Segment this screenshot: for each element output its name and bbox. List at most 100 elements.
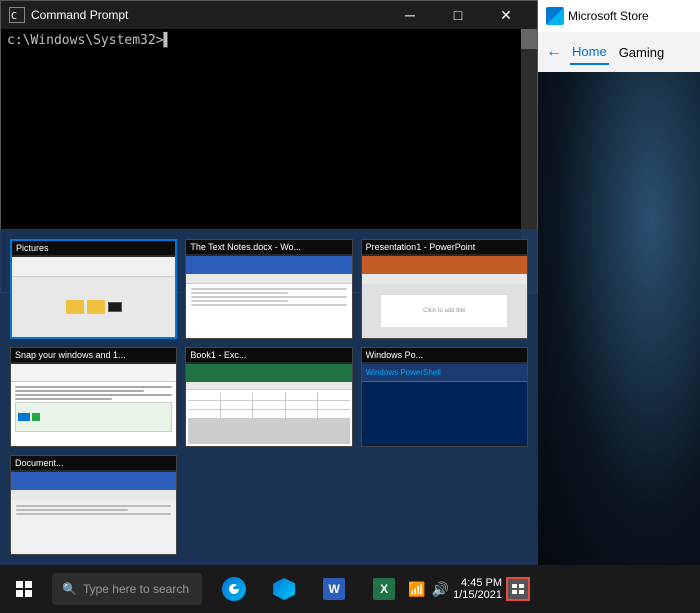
ms-store-taskbar-area: [538, 565, 700, 613]
search-bar[interactable]: 🔍 Type here to search: [52, 573, 202, 605]
ps-terminal-area: [362, 382, 527, 446]
word-line: [191, 288, 346, 290]
edge-toolbar: [11, 364, 176, 382]
search-placeholder-text: Type here to search: [83, 582, 189, 596]
cmd-scrollbar-thumb[interactable]: [521, 29, 537, 49]
edge-content-area: [11, 382, 176, 446]
excel-cell: [188, 392, 219, 400]
ppt-slide-area: Click to add title: [362, 284, 527, 338]
start-button[interactable]: [0, 565, 48, 613]
ms-store-panel: Microsoft Store ← Home Gaming: [538, 0, 700, 565]
edge-snap-visual: [15, 402, 172, 432]
pictures-toolbar: [12, 257, 175, 277]
clock-display[interactable]: 4:45 PM 1/15/2021: [453, 577, 502, 601]
volume-icon[interactable]: 🔊: [432, 581, 449, 598]
ppt-slide: Click to add title: [381, 295, 507, 327]
doc-line: [16, 513, 171, 515]
thumbnail-ps-title: Windows Po...: [362, 348, 527, 362]
start-square: [16, 581, 23, 588]
date-text: 1/15/2021: [453, 589, 502, 601]
cmd-app-icon: C: [9, 7, 25, 23]
ms-store-home-nav[interactable]: Home: [570, 40, 609, 65]
thumbnail-doc-title: Document...: [11, 456, 176, 470]
ms-store-gaming-nav[interactable]: Gaming: [617, 41, 667, 64]
excel-cell: [318, 401, 349, 409]
task-view-icon: [512, 584, 524, 594]
word-doc-area: [186, 284, 351, 338]
excel-ribbon: [186, 382, 351, 390]
thumbnail-excel-title: Book1 - Exc...: [186, 348, 351, 362]
cmd-titlebar: C Command Prompt ─ □ ✕: [1, 1, 537, 29]
folder-dark-icon: [108, 302, 122, 312]
cmd-minimize-button[interactable]: ─: [387, 1, 433, 29]
taskbar-app-edge[interactable]: [210, 565, 258, 613]
ms-store-back-button[interactable]: ←: [546, 43, 562, 61]
taskbar-pinned-apps: W X: [210, 565, 408, 613]
system-tray: 📶 🔊: [408, 581, 449, 598]
excel-cell: [188, 401, 219, 409]
ms-store-nav: ← Home Gaming: [538, 32, 700, 72]
cmd-window-controls: ─ □ ✕: [387, 1, 529, 29]
word-line: [191, 300, 288, 302]
thumbnail-word-content: [186, 256, 351, 338]
ms-store-background: [538, 72, 700, 565]
start-square: [25, 590, 32, 597]
excel-cell: [253, 392, 284, 400]
excel-cell: [286, 401, 317, 409]
excel-cell: [286, 392, 317, 400]
taskbar-right-area: 📶 🔊 4:45 PM 1/15/2021: [408, 577, 538, 601]
excel-cell: [188, 410, 219, 418]
thumbnail-pictures-content: [12, 257, 175, 337]
thumbnail-pictures[interactable]: Pictures: [10, 239, 177, 339]
taskbar: 🔍 Type here to search W X 📶 🔊: [0, 565, 538, 613]
cmd-maximize-button[interactable]: □: [435, 1, 481, 29]
excel-cell: [253, 401, 284, 409]
thumbnail-edge[interactable]: Snap your windows and 1...: [10, 347, 177, 447]
pictures-main-area: [12, 277, 175, 337]
thumbnail-word[interactable]: The Text Notes.docx - Wo...: [185, 239, 352, 339]
thumbnail-doc-content: [11, 472, 176, 554]
snap-block: [32, 413, 40, 421]
thumbnail-ppt-content: Click to add title: [362, 256, 527, 338]
thumbnail-edge-title: Snap your windows and 1...: [11, 348, 176, 362]
taskbar-app-store[interactable]: [260, 565, 308, 613]
doc-area: [11, 500, 176, 554]
word-icon: W: [323, 578, 345, 600]
ms-store-titlebar: Microsoft Store: [538, 0, 700, 32]
svg-text:C: C: [11, 11, 17, 22]
doc-toolbar: [11, 472, 176, 490]
ps-toolbar: Windows PowerShell: [362, 364, 527, 382]
network-icon[interactable]: 📶: [408, 581, 425, 598]
word-line: [191, 304, 346, 306]
doc-line: [16, 505, 171, 507]
excel-cell: [318, 410, 349, 418]
edge-icon: [222, 577, 246, 601]
task-view-button[interactable]: [506, 577, 530, 601]
store-icon: [273, 578, 295, 600]
taskbar-app-excel[interactable]: X: [360, 565, 408, 613]
cmd-close-button[interactable]: ✕: [483, 1, 529, 29]
excel-cell: [286, 410, 317, 418]
word-line: [191, 296, 346, 298]
ps-title-text: Windows PowerShell: [366, 368, 441, 377]
excel-cell: [221, 392, 252, 400]
thumbnail-excel[interactable]: Book1 - Exc...: [185, 347, 352, 447]
thumbnail-powerpoint[interactable]: Presentation1 - PowerPoint Click to add …: [361, 239, 528, 339]
cmd-title-text: Command Prompt: [31, 8, 387, 22]
excel-icon: X: [373, 578, 395, 600]
windows-logo-icon: [16, 581, 32, 597]
word-line: [191, 292, 288, 294]
thumbnail-pictures-title: Pictures: [12, 241, 175, 255]
start-square: [16, 590, 23, 597]
thumbnail-powershell[interactable]: Windows Po... Windows PowerShell: [361, 347, 528, 447]
taskbar-app-word[interactable]: W: [310, 565, 358, 613]
ms-store-icon: [546, 7, 564, 25]
thumbnail-document[interactable]: Document...: [10, 455, 177, 555]
word-ribbon: [186, 274, 351, 284]
search-icon: 🔍: [62, 582, 77, 596]
ms-store-title-text: Microsoft Store: [568, 9, 649, 23]
doc-line: [16, 509, 128, 511]
snap-block: [18, 413, 30, 421]
start-square: [25, 581, 32, 588]
thumbnail-ppt-title: Presentation1 - PowerPoint: [362, 240, 527, 254]
